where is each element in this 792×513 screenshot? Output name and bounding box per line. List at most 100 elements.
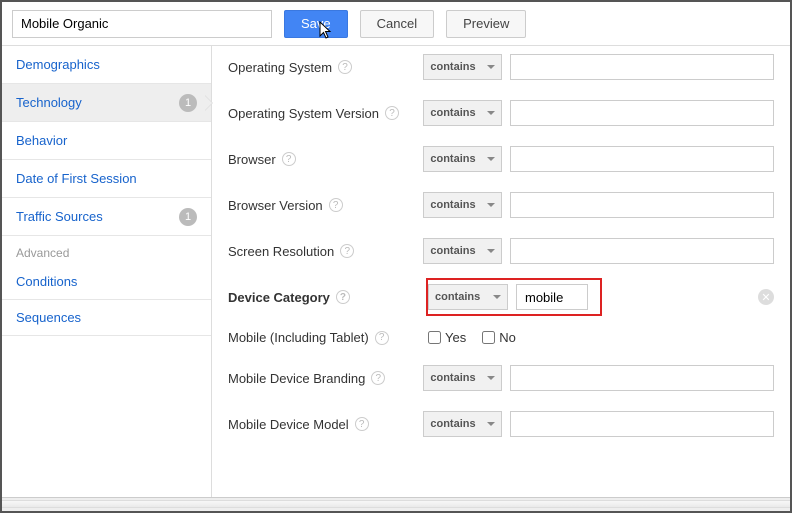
- config-row: Operating System Version? contains: [228, 100, 774, 126]
- footer-bar: [2, 497, 790, 511]
- operator-label: contains: [430, 199, 475, 211]
- row-label: Screen Resolution?: [228, 244, 423, 259]
- preview-button[interactable]: Preview: [446, 10, 526, 38]
- config-panel: Operating System?containsOperating Syste…: [212, 46, 790, 497]
- value-input[interactable]: [510, 54, 774, 80]
- save-button[interactable]: Save: [284, 10, 348, 38]
- chevron-down-icon: [493, 295, 501, 299]
- yesno-group: Yes No: [428, 330, 516, 345]
- yes-label: Yes: [445, 330, 466, 345]
- sidebar-item-label: Date of First Session: [16, 171, 137, 186]
- help-icon[interactable]: ?: [355, 417, 369, 431]
- cancel-button[interactable]: Cancel: [360, 10, 434, 38]
- help-icon[interactable]: ?: [375, 331, 389, 345]
- row-label-text: Operating System: [228, 60, 332, 75]
- config-row: Operating System? contains: [228, 54, 774, 80]
- row-label-text: Screen Resolution: [228, 244, 334, 259]
- sidebar-item-conditions[interactable]: Conditions: [2, 264, 211, 300]
- config-row: Device Category? contains ✕: [228, 284, 774, 310]
- config-row: Browser? contains: [228, 146, 774, 172]
- row-label-text: Mobile Device Model: [228, 417, 349, 432]
- chevron-down-icon: [487, 111, 495, 115]
- chevron-down-icon: [487, 157, 495, 161]
- config-row: Screen Resolution? contains: [228, 238, 774, 264]
- sidebar-item-label: Technology: [16, 95, 82, 110]
- chevron-down-icon: [487, 376, 495, 380]
- value-input[interactable]: [510, 192, 774, 218]
- config-row: Mobile (Including Tablet)? Yes No: [228, 330, 774, 345]
- sidebar-badge: 1: [179, 208, 197, 226]
- operator-label: contains: [430, 418, 475, 430]
- operator-select[interactable]: contains: [423, 238, 501, 264]
- help-icon[interactable]: ?: [371, 371, 385, 385]
- sidebar-item-date-of-first-session[interactable]: Date of First Session: [2, 160, 211, 198]
- operator-select[interactable]: contains: [423, 54, 501, 80]
- operator-select[interactable]: contains: [428, 284, 508, 310]
- row-label: Browser Version?: [228, 198, 423, 213]
- sidebar-advanced-heading: Advanced: [2, 236, 211, 264]
- sidebar-badge: 1: [179, 94, 197, 112]
- operator-select[interactable]: contains: [423, 411, 501, 437]
- row-label: Operating System?: [228, 60, 423, 75]
- row-label: Mobile (Including Tablet)?: [228, 330, 428, 345]
- row-label-text: Browser Version: [228, 198, 323, 213]
- help-icon[interactable]: ?: [329, 198, 343, 212]
- sidebar-item-label: Behavior: [16, 133, 67, 148]
- row-label: Device Category?: [228, 290, 428, 305]
- value-input[interactable]: [516, 284, 588, 310]
- row-label-text: Mobile (Including Tablet): [228, 330, 369, 345]
- no-checkbox[interactable]: [482, 331, 495, 344]
- operator-label: contains: [435, 291, 480, 303]
- config-row: Mobile Device Model? contains: [228, 411, 774, 437]
- operator-label: contains: [430, 372, 475, 384]
- yes-checkbox-wrap[interactable]: Yes: [428, 330, 466, 345]
- value-input[interactable]: [510, 100, 774, 126]
- chevron-down-icon: [487, 249, 495, 253]
- row-label-text: Operating System Version: [228, 106, 379, 121]
- help-icon[interactable]: ?: [385, 106, 399, 120]
- operator-select[interactable]: contains: [423, 192, 501, 218]
- value-input[interactable]: [510, 411, 774, 437]
- row-label-text: Device Category: [228, 290, 330, 305]
- sidebar-item-sequences[interactable]: Sequences: [2, 300, 211, 336]
- sidebar: Demographics Technology 1 Behavior Date of F…: [2, 46, 212, 497]
- value-input[interactable]: [510, 365, 774, 391]
- row-label-text: Browser: [228, 152, 276, 167]
- row-label: Operating System Version?: [228, 106, 423, 121]
- operator-select[interactable]: contains: [423, 100, 501, 126]
- help-icon[interactable]: ?: [338, 60, 352, 74]
- help-icon[interactable]: ?: [340, 244, 354, 258]
- segment-name-input[interactable]: [12, 10, 272, 38]
- config-row: Browser Version? contains: [228, 192, 774, 218]
- row-label: Mobile Device Branding?: [228, 371, 423, 386]
- chevron-down-icon: [487, 65, 495, 69]
- help-icon[interactable]: ?: [282, 152, 296, 166]
- operator-label: contains: [430, 61, 475, 73]
- sidebar-item-traffic-sources[interactable]: Traffic Sources 1: [2, 198, 211, 236]
- value-input[interactable]: [510, 146, 774, 172]
- save-button-label: Save: [301, 16, 331, 31]
- operator-select[interactable]: contains: [423, 365, 501, 391]
- sidebar-item-label: Demographics: [16, 57, 100, 72]
- no-label: No: [499, 330, 516, 345]
- operator-label: contains: [430, 107, 475, 119]
- clear-icon[interactable]: ✕: [758, 289, 774, 305]
- yes-checkbox[interactable]: [428, 331, 441, 344]
- no-checkbox-wrap[interactable]: No: [482, 330, 516, 345]
- row-label: Browser?: [228, 152, 423, 167]
- sidebar-item-technology[interactable]: Technology 1: [2, 84, 211, 122]
- sidebar-item-behavior[interactable]: Behavior: [2, 122, 211, 160]
- chevron-down-icon: [487, 203, 495, 207]
- chevron-down-icon: [487, 422, 495, 426]
- config-row: Mobile Device Branding? contains: [228, 365, 774, 391]
- sidebar-item-label: Traffic Sources: [16, 209, 103, 224]
- toolbar: Save Cancel Preview: [2, 2, 790, 46]
- row-label: Mobile Device Model?: [228, 417, 423, 432]
- help-icon[interactable]: ?: [336, 290, 350, 304]
- operator-label: contains: [430, 153, 475, 165]
- operator-label: contains: [430, 245, 475, 257]
- value-input[interactable]: [510, 238, 774, 264]
- row-label-text: Mobile Device Branding: [228, 371, 365, 386]
- sidebar-item-demographics[interactable]: Demographics: [2, 46, 211, 84]
- operator-select[interactable]: contains: [423, 146, 501, 172]
